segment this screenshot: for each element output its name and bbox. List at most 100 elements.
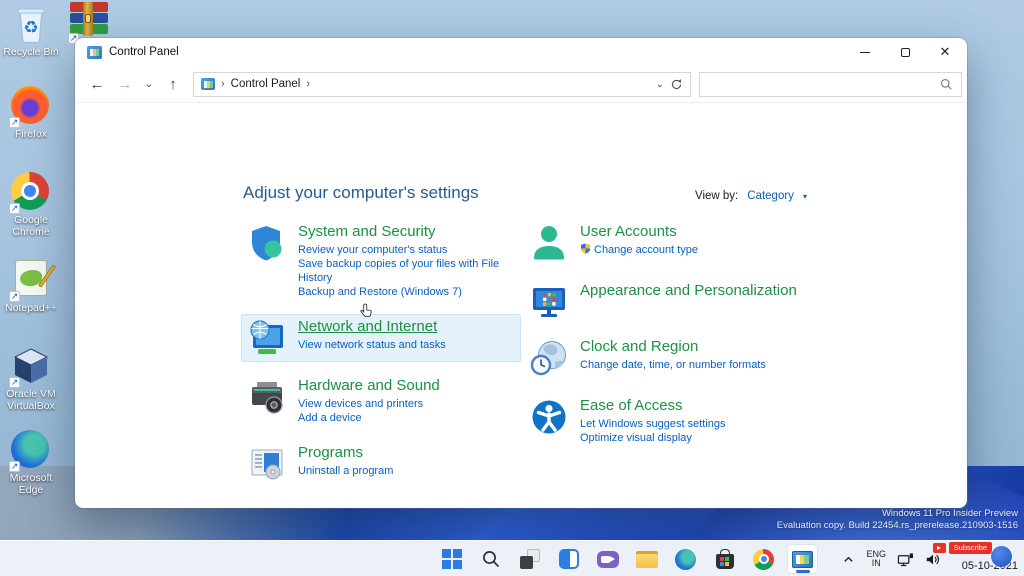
- maximize-button[interactable]: [885, 38, 925, 66]
- desktop-icon-microsoft-edge[interactable]: ↗ Microsoft Edge: [0, 430, 63, 496]
- taskbar: ENG IN 05-10-2021: [0, 540, 1024, 576]
- task-view-icon: [520, 549, 540, 569]
- category-appearance-personalization[interactable]: Appearance and Personalization: [523, 278, 823, 326]
- category-title[interactable]: Hardware and Sound: [298, 377, 440, 394]
- forward-button[interactable]: →: [111, 71, 139, 97]
- category-link[interactable]: Change account type: [580, 243, 698, 257]
- up-button[interactable]: ↑: [159, 71, 187, 97]
- back-button[interactable]: ←: [83, 71, 111, 97]
- page-title: Adjust your computer's settings: [243, 183, 479, 203]
- category-column-right: User Accounts: [523, 219, 823, 460]
- firefox-icon: ↗: [11, 86, 51, 126]
- youtube-icon: [933, 543, 946, 553]
- network-icon[interactable]: [897, 552, 914, 567]
- taskbar-search-button[interactable]: [475, 544, 506, 574]
- control-panel-taskbar-button[interactable]: [787, 544, 818, 574]
- store-icon: [716, 554, 734, 569]
- category-title[interactable]: System and Security: [298, 223, 515, 240]
- task-view-button[interactable]: [514, 544, 545, 574]
- breadcrumb-separator: ›: [221, 78, 225, 90]
- store-button[interactable]: [709, 544, 740, 574]
- file-explorer-button[interactable]: [631, 544, 662, 574]
- search-input[interactable]: [699, 72, 962, 97]
- desktop-icon-label: Recycle Bin: [0, 46, 63, 58]
- taskbar-icons: [436, 544, 818, 574]
- desktop-icon-label: Oracle VM VirtualBox: [0, 388, 63, 412]
- system-security-shield-icon: [247, 223, 287, 263]
- category-link[interactable]: Save backup copies of your files with Fi…: [298, 257, 515, 285]
- title-bar[interactable]: Control Panel ✕: [75, 38, 967, 66]
- category-programs[interactable]: Programs Uninstall a program: [241, 440, 521, 488]
- start-button[interactable]: [436, 544, 467, 574]
- breadcrumb-separator[interactable]: ›: [306, 78, 310, 90]
- desktop-icon-virtualbox[interactable]: ↗ Oracle VM VirtualBox: [0, 346, 63, 412]
- close-button[interactable]: ✕: [925, 38, 965, 66]
- category-hardware-and-sound[interactable]: Hardware and Sound View devices and prin…: [241, 373, 521, 429]
- desktop-icon-firefox[interactable]: ↗ Firefox: [0, 86, 63, 140]
- minimize-button[interactable]: [845, 38, 885, 66]
- category-link-label: Change account type: [594, 244, 698, 256]
- category-title[interactable]: Clock and Region: [580, 338, 766, 355]
- category-link[interactable]: View network status and tasks: [298, 338, 446, 352]
- window-title: Control Panel: [109, 46, 179, 58]
- edge-button[interactable]: [670, 544, 701, 574]
- chat-button[interactable]: [592, 544, 623, 574]
- category-system-and-security[interactable]: System and Security Review your computer…: [241, 219, 521, 303]
- subscribe-label: Subscribe: [949, 542, 992, 554]
- category-link[interactable]: Uninstall a program: [298, 464, 393, 478]
- control-panel-icon: [87, 46, 102, 59]
- search-icon: [940, 78, 953, 91]
- category-title[interactable]: User Accounts: [580, 223, 698, 240]
- view-by-control: View by: Category ▾: [695, 190, 807, 202]
- edge-icon: [675, 549, 696, 570]
- category-link[interactable]: Add a device: [298, 411, 440, 425]
- uac-shield-icon: [580, 243, 591, 254]
- desktop-icon-winrar[interactable]: ↗: [58, 2, 122, 42]
- language-indicator[interactable]: ENG IN: [866, 550, 886, 569]
- winrar-icon: ↗: [70, 2, 110, 42]
- desktop-icon-label: Google Chrome: [0, 214, 63, 238]
- tray-chevron-up-icon[interactable]: [842, 553, 855, 566]
- breadcrumb-control-panel[interactable]: Control Panel: [231, 78, 301, 90]
- virtualbox-icon: ↗: [11, 346, 51, 386]
- view-by-dropdown[interactable]: Category: [747, 190, 794, 202]
- category-link[interactable]: Optimize visual display: [580, 431, 726, 445]
- refresh-icon[interactable]: [670, 78, 683, 91]
- category-clock-and-region[interactable]: Clock and Region Change date, time, or n…: [523, 334, 823, 382]
- control-panel-window: Control Panel ✕ ← → ⌄ ↑ › Control Panel …: [75, 38, 967, 508]
- active-app-indicator: [796, 570, 810, 573]
- ease-of-access-icon: [529, 397, 569, 437]
- desktop-icon-google-chrome[interactable]: ↗ Google Chrome: [0, 172, 63, 238]
- chrome-button[interactable]: [748, 544, 779, 574]
- category-title[interactable]: Appearance and Personalization: [580, 282, 797, 299]
- desktop-icon-label: Firefox: [0, 128, 63, 140]
- category-network-and-internet[interactable]: Network and Internet View network status…: [241, 314, 521, 362]
- category-title[interactable]: Ease of Access: [580, 397, 726, 414]
- control-panel-content: Adjust your computer's settings View by:…: [75, 103, 967, 508]
- recent-pages-button[interactable]: ⌄: [139, 71, 159, 97]
- mouse-cursor-icon: [357, 303, 375, 321]
- category-user-accounts[interactable]: User Accounts: [523, 219, 823, 267]
- navigation-toolbar: ← → ⌄ ↑ › Control Panel › ⌄: [75, 66, 967, 103]
- shortcut-arrow-icon: ↗: [9, 461, 20, 472]
- category-title[interactable]: Programs: [298, 444, 393, 461]
- category-link[interactable]: Change date, time, or number formats: [580, 358, 766, 372]
- channel-logo: [991, 546, 1012, 567]
- user-accounts-icon: [529, 223, 569, 263]
- category-link[interactable]: Review your computer's status: [298, 243, 515, 257]
- address-dropdown-chevron-icon[interactable]: ⌄: [656, 79, 664, 90]
- search-icon: [481, 549, 501, 569]
- close-icon: ✕: [940, 44, 951, 60]
- address-bar[interactable]: › Control Panel › ⌄: [193, 72, 691, 97]
- up-arrow-icon: ↑: [169, 76, 177, 93]
- category-link[interactable]: Backup and Restore (Windows 7): [298, 285, 515, 299]
- chevron-down-icon[interactable]: ▾: [803, 192, 807, 201]
- desktop-icon-recycle-bin[interactable]: ♻ Recycle Bin: [0, 4, 63, 58]
- desktop-icon-label: Notepad++: [0, 302, 63, 314]
- category-link[interactable]: Let Windows suggest settings: [580, 417, 726, 431]
- minimize-icon: [860, 52, 870, 53]
- widgets-button[interactable]: [553, 544, 584, 574]
- category-link[interactable]: View devices and printers: [298, 397, 440, 411]
- category-ease-of-access[interactable]: Ease of Access Let Windows suggest setti…: [523, 393, 823, 449]
- desktop-icon-notepad-plus-plus[interactable]: ↗ Notepad++: [0, 260, 63, 314]
